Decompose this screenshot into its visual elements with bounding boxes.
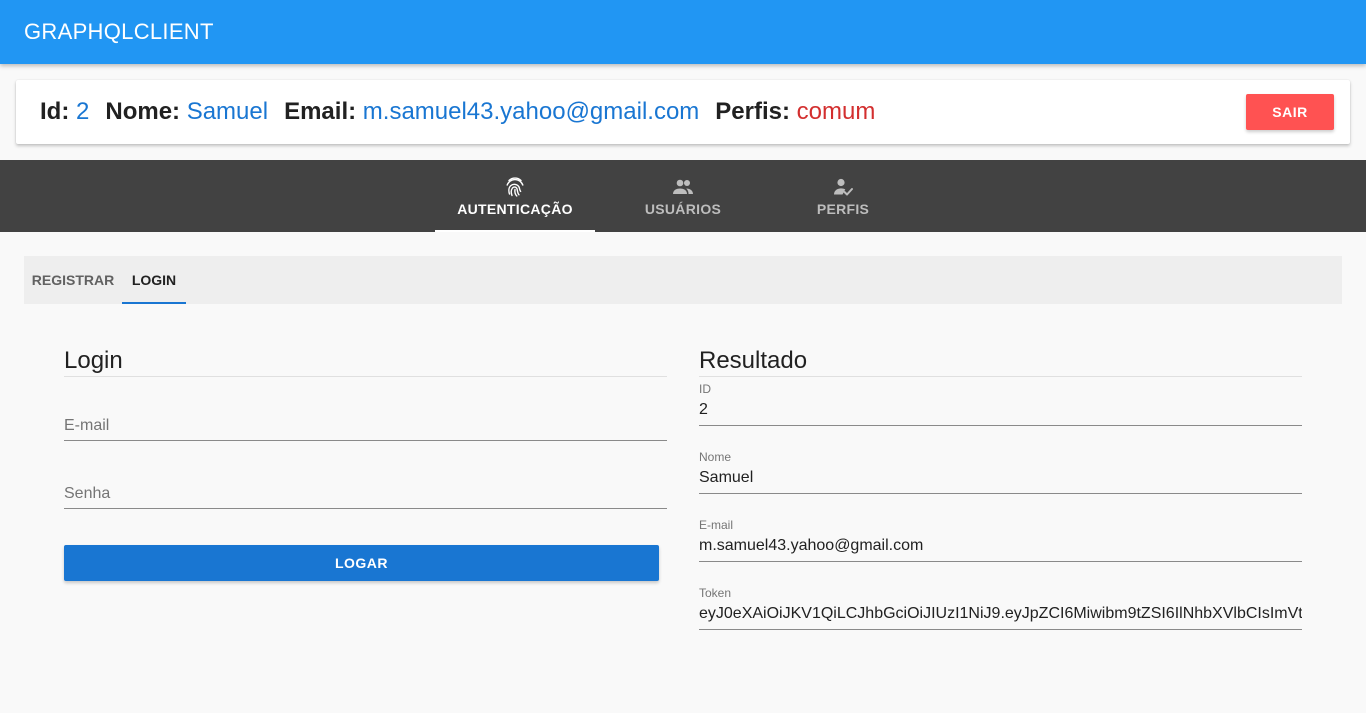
login-submit-button[interactable]: LOGAR — [64, 545, 659, 581]
auth-subtabs: REGISTRAR LOGIN — [24, 256, 1342, 304]
result-divider — [699, 376, 1302, 377]
user-check-icon — [834, 178, 853, 196]
result-email-value: m.samuel43.yahoo@gmail.com — [699, 537, 924, 554]
tab-perfis[interactable]: PERFIS — [763, 160, 923, 232]
user-nome-label: Nome: — [105, 98, 181, 125]
user-id-field: Id: 2 — [40, 98, 89, 126]
tab-autenticacao-label: AUTENTICAÇÃO — [457, 201, 573, 217]
result-id-value: 2 — [699, 401, 708, 418]
user-perfis-value: comum — [796, 98, 876, 125]
app-bar: GRAPHQLCLIENT — [0, 0, 1366, 64]
user-id-label: Id: — [40, 98, 70, 125]
user-info-card: Id: 2 Nome: Samuel Email: m.samuel43.yah… — [16, 80, 1350, 144]
result-id-underline — [699, 425, 1302, 426]
logout-button[interactable]: SAIR — [1246, 94, 1334, 130]
fingerprint-icon — [506, 177, 524, 197]
subtab-registrar[interactable]: REGISTRAR — [24, 256, 122, 304]
subtab-login[interactable]: LOGIN — [122, 256, 186, 304]
result-email-label: E-mail — [699, 518, 734, 532]
main-nav: AUTENTICAÇÃO USUÁRIOS PERFIS — [0, 160, 1366, 232]
tab-usuarios[interactable]: USUÁRIOS — [603, 160, 763, 232]
user-id-value: 2 — [76, 98, 90, 125]
user-email-value: m.samuel43.yahoo@gmail.com — [362, 98, 700, 125]
result-token-label: Token — [699, 586, 732, 600]
result-token-value: eyJ0eXAiOiJKV1QiLCJhbGciOiJIUzI1NiJ9.eyJ… — [699, 605, 1302, 622]
user-nome-field: Nome: Samuel — [105, 98, 268, 126]
user-perfis-label: Perfis: — [715, 98, 790, 125]
user-email-field: Email: m.samuel43.yahoo@gmail.com — [284, 98, 699, 126]
app-title: GRAPHQLCLIENT — [24, 19, 214, 45]
login-title: Login — [64, 347, 123, 374]
result-token-underline — [699, 629, 1302, 630]
senha-input-underline — [64, 508, 667, 509]
user-email-label: Email: — [284, 98, 357, 125]
users-icon — [673, 179, 693, 194]
result-nome-value: Samuel — [699, 469, 754, 486]
result-nome-label: Nome — [699, 450, 732, 464]
result-title: Resultado — [699, 347, 808, 374]
user-perfis-field: Perfis: comum — [715, 98, 875, 126]
senha-input[interactable] — [64, 482, 667, 506]
result-nome-underline — [699, 493, 1302, 494]
tab-perfis-label: PERFIS — [816, 201, 870, 217]
result-email-underline — [699, 561, 1302, 562]
user-nome-value: Samuel — [186, 98, 269, 125]
app-title-light: CLIENT — [133, 19, 214, 44]
email-input[interactable] — [64, 414, 667, 438]
app-title-bold: GRAPHQL — [24, 19, 134, 44]
result-id-label: ID — [699, 382, 711, 396]
login-divider — [64, 376, 667, 377]
tab-autenticacao[interactable]: AUTENTICAÇÃO — [435, 160, 595, 232]
tab-usuarios-label: USUÁRIOS — [644, 201, 722, 217]
email-input-underline — [64, 440, 667, 441]
